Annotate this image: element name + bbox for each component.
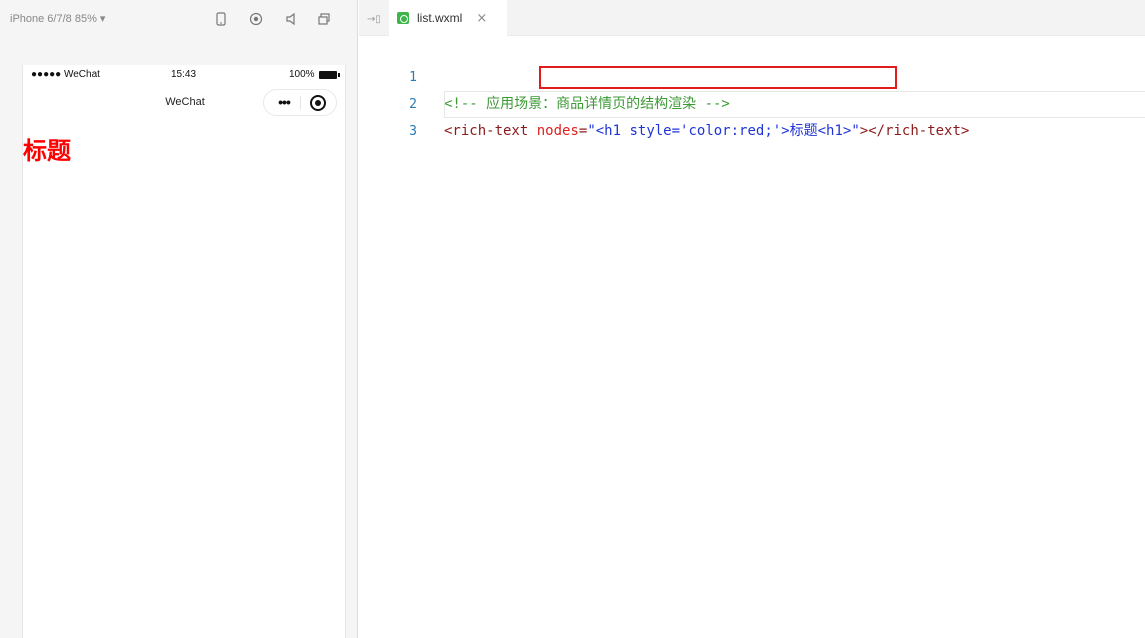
battery-percent: 100% xyxy=(289,69,315,80)
tab-strip: →▯ list.wxml × xyxy=(359,0,1145,36)
collapse-panel-icon[interactable]: →▯ xyxy=(367,14,381,25)
attribute-name: nodes xyxy=(536,123,579,139)
wxml-file-icon xyxy=(397,12,409,24)
phone-icon[interactable] xyxy=(213,11,229,27)
attribute-value-start: "<h1 style='color:red;'> xyxy=(587,123,790,139)
current-line-highlight xyxy=(444,91,1145,118)
capsule-divider xyxy=(300,96,301,110)
status-bar: ●●●●● WeChat 15:43 100% xyxy=(23,65,347,85)
signal-indicator: ●●●●● WeChat xyxy=(31,69,100,80)
rendered-heading: 标题 xyxy=(23,137,71,165)
code-area[interactable]: 1 <!-- 应用场景：商品详情页的结构渲染 --> 2 <rich-text … xyxy=(359,37,1145,139)
simulator-pane: iPhone 6/7/8 85% ▾ ●●●●● WeChat 15:43 10… xyxy=(0,0,358,638)
code-editor: →▯ list.wxml × 1 <!-- 应用场景：商品详情页的结构渲染 --… xyxy=(359,0,1145,638)
simulator-toolbar: iPhone 6/7/8 85% ▾ xyxy=(0,0,358,37)
navigation-bar: WeChat ••• xyxy=(23,85,347,123)
close-miniprogram-icon[interactable] xyxy=(310,95,326,111)
attribute-value-end: <h1>" xyxy=(817,123,860,139)
annotation-highlight-box xyxy=(539,66,897,89)
code-line: 3 xyxy=(359,91,1145,139)
close-tab-icon[interactable]: × xyxy=(476,11,487,26)
clock: 15:43 xyxy=(171,69,197,80)
attribute-value-text: 标题 xyxy=(789,123,818,139)
line-number: 3 xyxy=(409,124,417,139)
tab-list-wxml[interactable]: list.wxml × xyxy=(389,0,507,36)
phone-screen: ●●●●● WeChat 15:43 100% WeChat ••• 标题 xyxy=(22,65,346,638)
more-menu-icon[interactable]: ••• xyxy=(273,94,295,111)
code-line: 1 <!-- 应用场景：商品详情页的结构渲染 --> xyxy=(359,37,1145,112)
record-icon[interactable] xyxy=(248,11,264,27)
tab-label: list.wxml xyxy=(417,11,463,25)
device-selector[interactable]: iPhone 6/7/8 85% ▾ xyxy=(10,12,105,25)
menu-capsule: ••• xyxy=(263,89,337,116)
code-line: 2 <rich-text nodes="<h1 style='color:red… xyxy=(359,64,1145,139)
code-text: <rich-text nodes="<h1 style='color:red;'… xyxy=(444,118,969,145)
battery-icon xyxy=(319,71,340,79)
detach-window-icon[interactable] xyxy=(316,11,332,27)
tag-close: ></rich-text> xyxy=(859,123,970,139)
tag-open: <rich-text xyxy=(444,123,537,139)
volume-icon[interactable] xyxy=(283,11,299,27)
